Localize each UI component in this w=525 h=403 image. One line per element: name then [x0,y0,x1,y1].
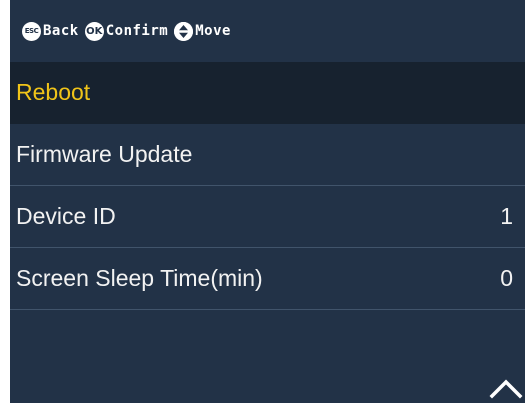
menu-item-reboot[interactable]: Reboot [10,62,525,124]
esc-key-icon: ESC [22,21,41,41]
chevron-up-icon[interactable] [489,377,523,399]
hint-confirm: OK Confirm [84,21,169,41]
menu-item-device-id[interactable]: Device ID 1 [10,186,525,248]
menu-item-label: Firmware Update [16,141,193,167]
key-hint-bar: ESC Back OK Confirm Move [10,0,525,62]
menu-item-screen-sleep-time[interactable]: Screen Sleep Time(min) 0 [10,248,525,310]
hint-back-label: Back [43,23,79,39]
screen-sleep-time-value: 0 [500,265,513,291]
move-updown-icon [174,21,194,41]
hint-back: ESC Back [22,21,79,41]
device-screen: ESC Back OK Confirm Move Reboot Firmware… [10,0,525,403]
device-id-value: 1 [500,203,513,229]
menu-item-label: Reboot [16,79,91,105]
ok-key-icon: OK [84,21,104,41]
menu-item-label: Device ID [16,203,116,229]
hint-confirm-label: Confirm [105,23,169,39]
hint-move: Move [174,21,231,41]
settings-menu: Reboot Firmware Update Device ID 1 Scree… [10,62,525,310]
menu-item-firmware-update[interactable]: Firmware Update [10,124,525,186]
hint-move-label: Move [195,23,231,39]
menu-item-label: Screen Sleep Time(min) [16,265,263,291]
